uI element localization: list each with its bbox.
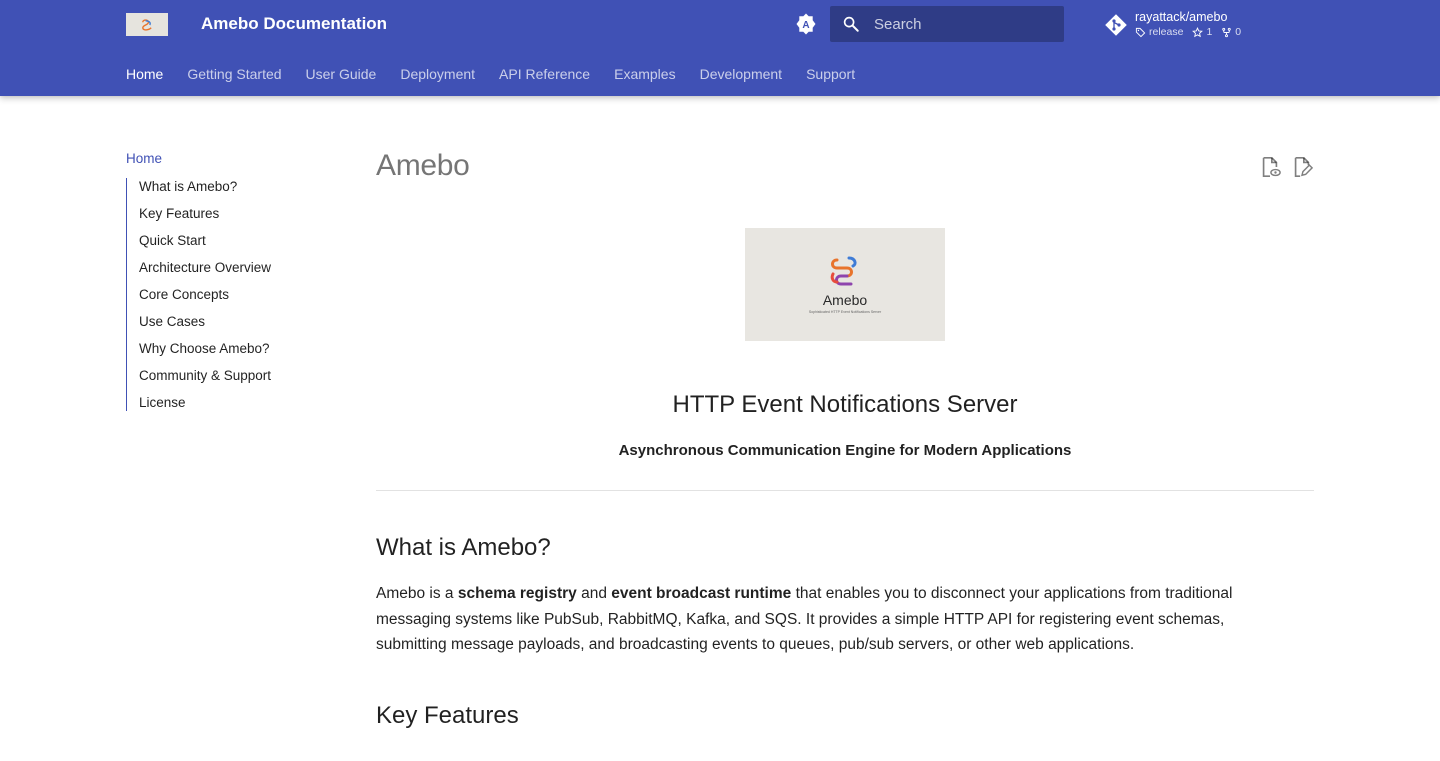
repo-forks: 0 [1221, 26, 1241, 38]
search-icon [843, 16, 859, 32]
toc-item-community-support[interactable]: Community & Support [139, 367, 326, 394]
toc-item-use-cases[interactable]: Use Cases [139, 313, 326, 340]
intro-paragraph: Amebo is a schema registry and event bro… [376, 585, 1233, 653]
table-of-contents: Home What is Amebo? Key Features Quick S… [126, 150, 326, 411]
tab-deployment[interactable]: Deployment [400, 64, 475, 84]
toc-item-architecture-overview[interactable]: Architecture Overview [139, 259, 326, 286]
repo-facts: release 1 0 [1135, 26, 1250, 38]
search-box[interactable] [830, 6, 1064, 42]
site-logo[interactable] [126, 13, 168, 36]
toc-item-what-is-amebo[interactable]: What is Amebo? [139, 178, 326, 205]
svg-text:A: A [802, 20, 809, 31]
toc-home-link[interactable]: Home [126, 150, 326, 168]
tab-home[interactable]: Home [126, 64, 163, 84]
git-icon [1105, 14, 1127, 36]
emphasis-schema-registry: schema registry [457, 585, 577, 602]
amebo-logo-mark [830, 256, 857, 286]
toc-item-key-features[interactable]: Key Features [139, 205, 326, 232]
repo-name: rayattack/amebo [1135, 10, 1228, 24]
nav-tabs: Home Getting Started User Guide Deployme… [126, 62, 879, 86]
logo-brand-tagline: Sophisticated HTTP Event Notifications S… [808, 310, 882, 314]
repo-tag: release [1135, 26, 1183, 38]
repo-stars-count: 1 [1206, 26, 1213, 38]
toc-item-core-concepts[interactable]: Core Concepts [139, 286, 326, 313]
brightness-auto-icon[interactable]: A [794, 12, 818, 36]
amebo-logo-image: Amebo Sophisticated HTTP Event Notificat… [745, 228, 945, 341]
emphasis-event-broadcast-runtime: event broadcast runtime [611, 585, 792, 602]
star-icon [1192, 26, 1204, 37]
heading-what-is-amebo: What is Amebo? [376, 534, 551, 561]
toc-list: What is Amebo? Key Features Quick Start … [126, 178, 326, 411]
page-title: Amebo [376, 149, 470, 182]
tab-examples[interactable]: Examples [614, 64, 675, 84]
heading-key-features: Key Features [376, 702, 519, 729]
tab-user-guide[interactable]: User Guide [306, 64, 377, 84]
fork-icon [1222, 27, 1232, 37]
tag-icon [1135, 27, 1146, 37]
tab-api-reference[interactable]: API Reference [499, 64, 590, 84]
toc-item-why-choose-amebo[interactable]: Why Choose Amebo? [139, 340, 326, 367]
search-input[interactable] [874, 6, 1058, 42]
toc-item-license[interactable]: License [139, 394, 326, 411]
repo-stars: 1 [1192, 26, 1212, 38]
logo-brand-name: Amebo [822, 292, 868, 308]
edit-page-icon[interactable] [1291, 156, 1314, 178]
view-source-icon[interactable] [1259, 156, 1281, 178]
tab-getting-started[interactable]: Getting Started [187, 64, 281, 84]
section-divider [376, 490, 1314, 491]
repo-tag-label: release [1149, 26, 1184, 38]
hero-tagline: Asynchronous Communication Engine for Mo… [618, 442, 1072, 459]
repo-link[interactable]: rayattack/amebo release 1 0 [1104, 8, 1284, 42]
site-header: Amebo Documentation A rayattack/amebo [0, 0, 1440, 96]
toc-item-quick-start[interactable]: Quick Start [139, 232, 326, 259]
hero-subtitle: HTTP Event Notifications Server [672, 391, 1018, 418]
site-title[interactable]: Amebo Documentation [201, 14, 387, 34]
tab-development[interactable]: Development [700, 64, 783, 84]
repo-forks-count: 0 [1235, 26, 1242, 38]
tab-support[interactable]: Support [806, 64, 855, 84]
